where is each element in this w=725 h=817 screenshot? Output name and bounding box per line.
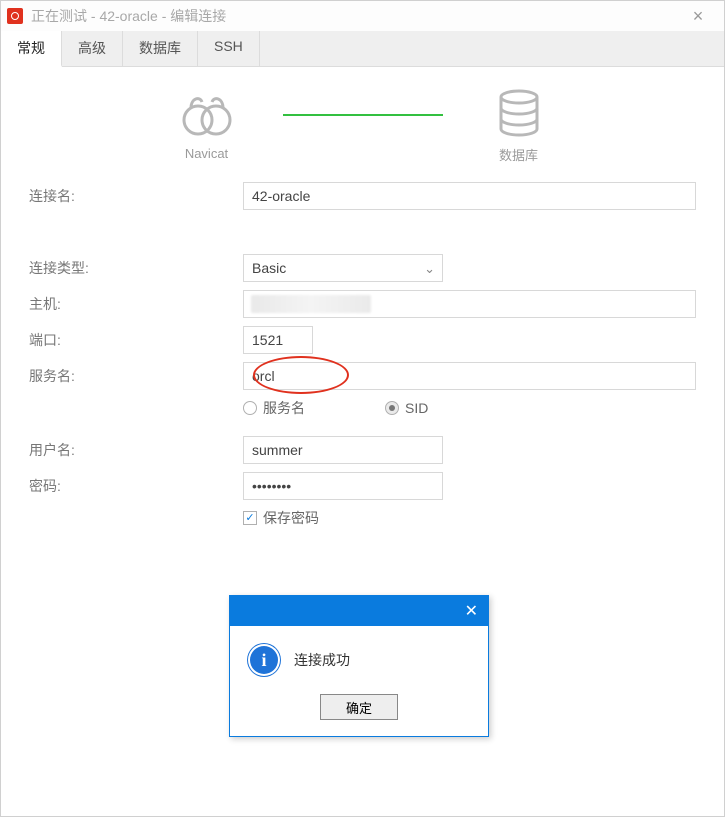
success-dialog: ✕ i 连接成功 确定 — [229, 595, 489, 737]
edit-connection-window: 正在测试 - 42-oracle - 编辑连接 × 常规 高级 数据库 SSH … — [0, 0, 725, 817]
label-conn-type: 连接类型: — [29, 258, 243, 278]
dialog-message: 连接成功 — [294, 650, 350, 670]
connection-diagram: Navicat 数据库 — [29, 81, 696, 164]
label-service-name: 服务名: — [29, 366, 243, 386]
diagram-left-label: Navicat — [185, 146, 228, 161]
tab-ssh[interactable]: SSH — [198, 31, 260, 66]
host-redacted — [251, 295, 371, 313]
checkbox-checked-icon: ✓ — [243, 511, 257, 525]
label-password: 密码: — [29, 476, 243, 496]
conn-type-select[interactable]: Basic ⌄ — [243, 254, 443, 282]
port-input[interactable] — [243, 326, 313, 354]
label-user: 用户名: — [29, 440, 243, 460]
app-icon — [7, 8, 23, 24]
close-icon[interactable]: × — [678, 6, 718, 27]
label-port: 端口: — [29, 330, 243, 350]
tab-advanced[interactable]: 高级 — [62, 31, 123, 66]
save-password-checkbox[interactable]: ✓ 保存密码 — [243, 508, 696, 528]
ok-button[interactable]: 确定 — [320, 694, 398, 720]
navicat-icon — [180, 92, 234, 140]
service-name-input[interactable] — [243, 362, 696, 390]
connection-line-icon — [283, 114, 443, 116]
window-title: 正在测试 - 42-oracle - 编辑连接 — [31, 6, 226, 26]
radio-unselected-icon — [243, 401, 257, 415]
radio-sid[interactable]: SID — [385, 400, 428, 416]
tab-database[interactable]: 数据库 — [123, 31, 198, 66]
conn-name-input[interactable] — [243, 182, 696, 210]
dialog-close-icon[interactable]: ✕ — [465, 601, 478, 621]
info-icon: i — [248, 644, 280, 676]
save-password-label: 保存密码 — [263, 508, 319, 528]
radio-service-name[interactable]: 服务名 — [243, 398, 305, 418]
label-conn-name: 连接名: — [29, 186, 243, 206]
dialog-titlebar: ✕ — [230, 596, 488, 626]
radio-service-name-label: 服务名 — [263, 398, 305, 418]
radio-selected-icon — [385, 401, 399, 415]
titlebar: 正在测试 - 42-oracle - 编辑连接 × — [1, 1, 724, 31]
diagram-right-label: 数据库 — [499, 145, 538, 164]
password-input[interactable] — [243, 472, 443, 500]
label-host: 主机: — [29, 294, 243, 314]
tab-bar: 常规 高级 数据库 SSH — [1, 31, 724, 67]
content-pane: Navicat 数据库 连接名: 连接类型: — [1, 67, 724, 816]
database-icon — [497, 89, 541, 139]
radio-sid-label: SID — [405, 400, 428, 416]
user-input[interactable] — [243, 436, 443, 464]
tab-general[interactable]: 常规 — [1, 31, 62, 67]
